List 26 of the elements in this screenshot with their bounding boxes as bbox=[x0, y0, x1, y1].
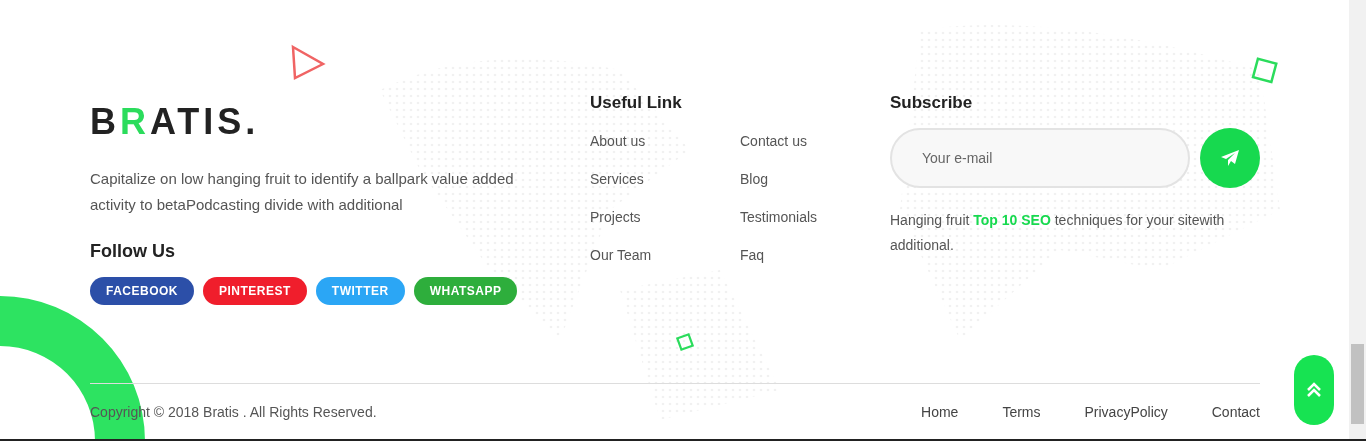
about-text: Capitalize on low hanging fruit to identify a ballpark value added activity to betaPodcasting divide with additional bbox=[90, 169, 515, 215]
social-button[interactable]: FACEBOOK bbox=[90, 277, 194, 305]
footer-link[interactable]: About us bbox=[590, 131, 646, 152]
footer-link[interactable]: PrivacyPolicy bbox=[1084, 402, 1168, 423]
footer-link[interactable]: Projects bbox=[590, 207, 641, 228]
footer-link[interactable]: Blog bbox=[740, 169, 769, 190]
footer-link[interactable]: Faq bbox=[740, 245, 765, 266]
footer-link[interactable]: Contact bbox=[1211, 402, 1260, 423]
social-button[interactable]: PINTEREST bbox=[203, 277, 307, 305]
logo[interactable]: BRATIS. bbox=[90, 104, 590, 140]
footer-link[interactable]: Testimonials bbox=[740, 207, 818, 228]
double-chevron-up-icon bbox=[1306, 382, 1322, 398]
section-heading: Follow Us bbox=[90, 240, 176, 263]
scroll-top-button[interactable] bbox=[1294, 355, 1334, 425]
section-heading: Useful Link bbox=[590, 92, 683, 114]
section-heading: Subscribe bbox=[890, 92, 974, 114]
subscribe-note: Hanging fruit Top 10 SEO techniques for your sitewith additional. bbox=[890, 211, 1226, 255]
triangle-icon bbox=[290, 44, 326, 80]
scrollbar[interactable] bbox=[1349, 0, 1366, 439]
footer-link[interactable]: Terms bbox=[1002, 402, 1041, 423]
footer-link[interactable]: Home bbox=[921, 402, 959, 423]
footer-link[interactable]: Our Team bbox=[590, 245, 652, 266]
footer-link[interactable]: Services bbox=[590, 169, 644, 190]
footer-link[interactable]: Contact us bbox=[740, 131, 807, 152]
paper-plane-icon bbox=[1220, 149, 1240, 167]
email-field[interactable]: Your e-mail bbox=[890, 128, 1190, 188]
